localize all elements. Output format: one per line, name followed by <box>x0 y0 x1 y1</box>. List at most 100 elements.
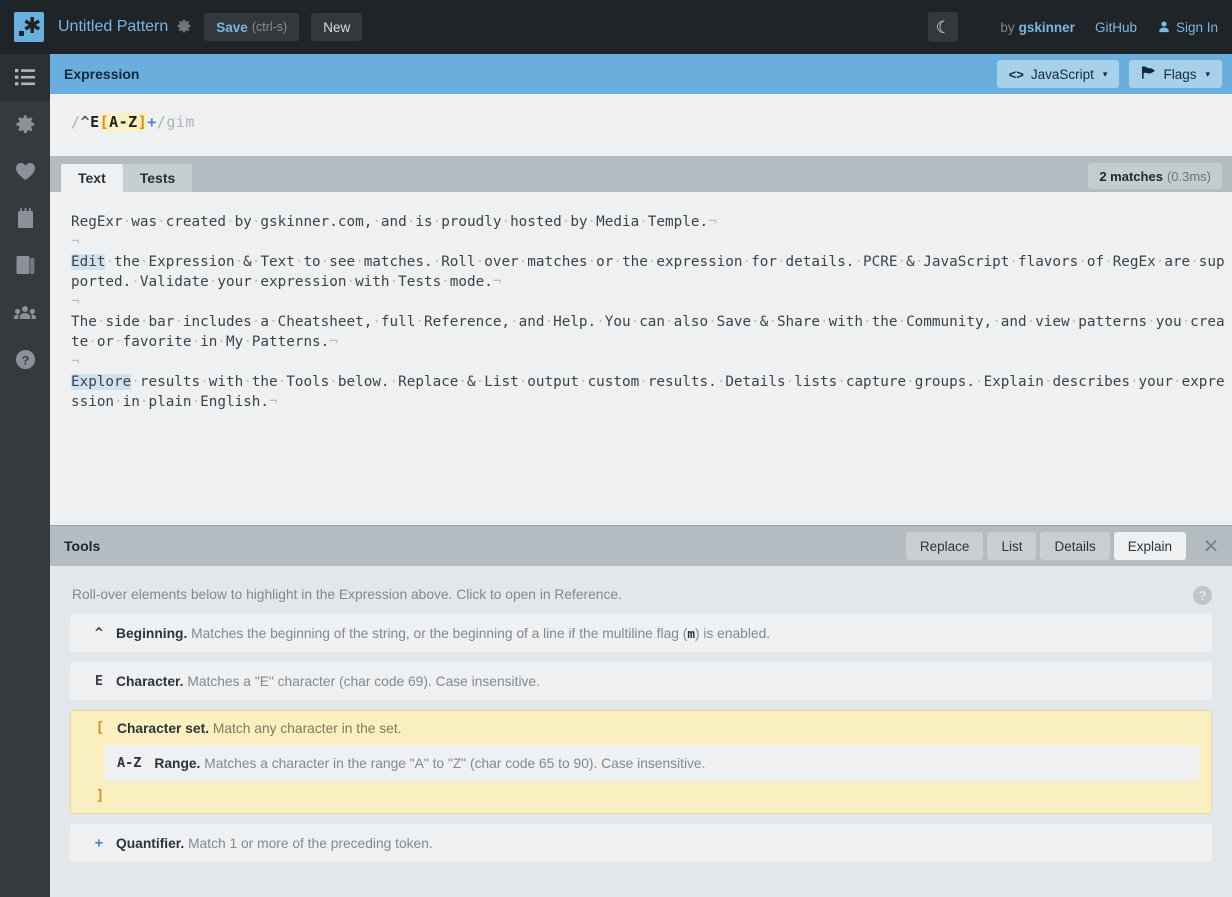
space-dot: · <box>157 214 166 230</box>
theme-toggle-button[interactable]: ☾ <box>928 12 959 42</box>
text-editor-content[interactable]: RegExr·was·created·by·gskinner.com,·and·… <box>50 192 1232 412</box>
explain-desc: Match 1 or more of the preceding token. <box>184 835 433 851</box>
space-dot: · <box>665 314 674 330</box>
expression-value[interactable]: /^E[A-Z]+/gim <box>71 113 195 131</box>
new-button[interactable]: New <box>311 13 363 41</box>
text-segment: The·side·bar·includes·a·Cheatsheet,·full… <box>71 314 1225 350</box>
sign-in-link[interactable]: Sign In <box>1157 20 1218 35</box>
author-link[interactable]: by gskinner <box>1000 20 1075 35</box>
chevron-down-icon: ▾ <box>1102 68 1108 79</box>
space-dot: · <box>1190 254 1199 270</box>
space-dot: · <box>88 334 97 350</box>
explain-description: Range. Matches a character in the range … <box>154 756 705 771</box>
gear-icon <box>15 114 36 135</box>
space-dot: · <box>174 314 183 330</box>
tab-tests[interactable]: Tests <box>122 164 193 192</box>
github-link[interactable]: GitHub <box>1095 20 1137 35</box>
cheatsheet-icon <box>17 208 34 229</box>
explain-row-beginning[interactable]: ^ Beginning. Matches the beginning of th… <box>70 614 1212 652</box>
save-button[interactable]: Save (ctrl-s) <box>204 13 300 41</box>
space-dot: · <box>1078 254 1087 270</box>
pattern-title[interactable]: Untitled Pattern <box>58 18 168 36</box>
sidebar-item-reference[interactable] <box>0 242 50 289</box>
expression-quantifier-token[interactable]: + <box>147 113 157 131</box>
sidebar-item-community[interactable] <box>0 289 50 336</box>
space-dot: · <box>587 214 597 230</box>
expression-bracket-close: ] <box>137 113 148 131</box>
space-dot: · <box>475 374 485 390</box>
tab-details[interactable]: Details <box>1040 532 1110 560</box>
space-dot: · <box>432 254 442 270</box>
sidebar-item-my-patterns[interactable] <box>0 54 50 101</box>
sidebar-item-favorites[interactable] <box>0 148 50 195</box>
space-dot: · <box>751 314 760 330</box>
text-line: ¬ <box>71 292 1232 312</box>
explain-row-range[interactable]: A-Z Range. Matches a character in the ra… <box>105 745 1199 781</box>
space-dot: · <box>251 274 261 290</box>
match-highlight[interactable]: Explore <box>71 374 132 390</box>
regexr-logo[interactable]: ✱ <box>14 12 44 42</box>
text-editor[interactable]: RegExr·was·created·by·gskinner.com,·and·… <box>50 192 1232 525</box>
explain-desc-before: Matches a "E" character (char code 69). … <box>183 673 540 689</box>
explain-row-character-set[interactable]: [ Character set. Match any character in … <box>70 710 1212 814</box>
space-dot: · <box>208 274 218 290</box>
expression-open-slash: / <box>71 113 81 131</box>
question-icon-tools[interactable]: ? <box>1193 586 1212 605</box>
tab-list[interactable]: List <box>987 532 1037 560</box>
expression-charset-token[interactable]: [A-Z] <box>99 113 148 131</box>
expression-literal-token[interactable]: E <box>90 113 100 131</box>
space-dot: · <box>277 374 287 390</box>
space-dot: · <box>1043 374 1053 390</box>
text-line: Explore·results·with·the·Tools·below.·Re… <box>71 372 1232 412</box>
space-dot: · <box>708 314 717 330</box>
pattern-settings-gear-icon[interactable] <box>176 18 192 37</box>
line-break-mark: ¬ <box>329 334 338 350</box>
chevron-down-icon-flags: ▾ <box>1205 68 1210 79</box>
top-bar: ✱ Untitled Pattern Save (ctrl-s) New ☾ b… <box>0 0 1232 54</box>
explain-title: Character set. <box>117 720 210 736</box>
explain-list: ^ Beginning. Matches the beginning of th… <box>50 614 1232 862</box>
close-icon[interactable]: ✕ <box>1198 533 1224 559</box>
expression-editor[interactable]: /^E[A-Z]+/gim <box>50 94 1232 156</box>
space-dot: · <box>742 254 752 270</box>
sidebar-item-cheatsheet[interactable] <box>0 195 50 242</box>
tab-text[interactable]: Text <box>61 164 123 192</box>
expression-anchor-token[interactable]: ^ <box>81 113 91 131</box>
tools-title: Tools <box>64 538 101 554</box>
explain-row-quantifier[interactable]: + Quantifier. Match 1 or more of the pre… <box>70 824 1212 862</box>
sidebar-item-settings[interactable] <box>0 101 50 148</box>
explain-row-character[interactable]: E Character. Matches a "E" character (ch… <box>70 662 1212 700</box>
expression-flags-value[interactable]: gim <box>166 113 195 131</box>
sidebar-item-help[interactable]: ? <box>0 336 50 383</box>
expression-title: Expression <box>64 66 140 82</box>
tab-replace[interactable]: Replace <box>905 532 984 560</box>
space-dot: · <box>785 374 795 390</box>
space-dot: · <box>1181 314 1191 330</box>
space-dot: · <box>243 334 252 350</box>
tab-explain[interactable]: Explain <box>1113 532 1186 560</box>
explain-description: Quantifier. Match 1 or more of the prece… <box>116 836 433 851</box>
space-dot: · <box>1147 314 1156 330</box>
space-dot: · <box>561 214 571 230</box>
save-label: Save <box>216 19 248 35</box>
expression-close-slash: / <box>156 113 167 131</box>
space-dot: · <box>906 374 915 390</box>
line-break-mark: ¬ <box>492 274 502 290</box>
space-dot: · <box>587 254 597 270</box>
match-highlight[interactable]: Edit <box>71 254 106 270</box>
space-dot: · <box>716 374 726 390</box>
space-dot: · <box>269 314 278 330</box>
space-dot: · <box>251 254 261 270</box>
line-break-mark: ¬ <box>708 214 717 230</box>
explain-desc: Matches a character in the range "A" to … <box>200 755 706 771</box>
explain-token: E <box>94 673 104 689</box>
space-dot: · <box>819 314 829 330</box>
flags-button[interactable]: Flags ▾ <box>1129 60 1222 88</box>
flavor-select-button[interactable]: <> JavaScript ▾ <box>996 60 1120 88</box>
book-icon <box>16 255 35 276</box>
expression-range-token: A-Z <box>109 113 138 131</box>
list-icon <box>15 69 35 86</box>
match-count-value: 2 matches <box>1099 168 1163 184</box>
space-dot: · <box>191 394 201 410</box>
left-rail: ? <box>0 54 50 897</box>
